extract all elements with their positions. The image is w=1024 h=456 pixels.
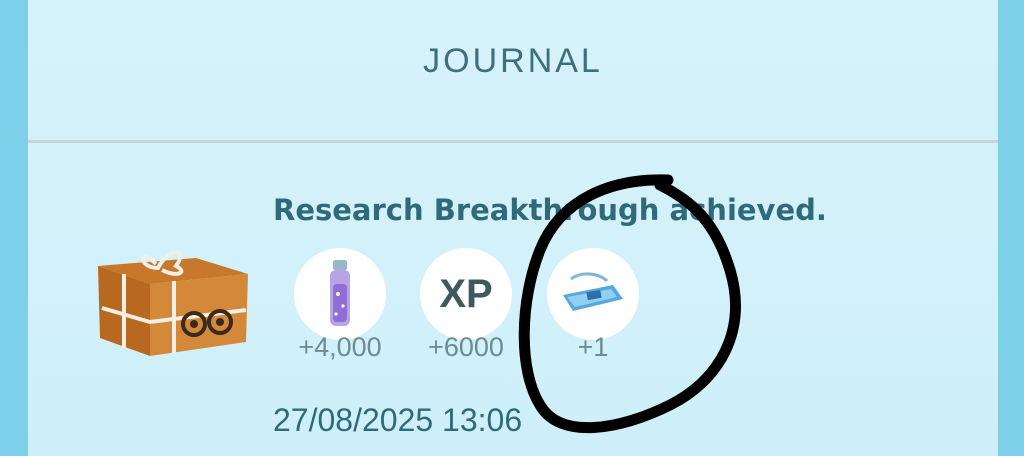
journal-panel: JOURNAL Research Breakthrough achieved.: [28, 0, 998, 456]
reward-amount: +4,000: [298, 332, 382, 362]
reward-amount: +6000: [428, 332, 504, 362]
page-title: JOURNAL: [423, 42, 603, 80]
reward-item: +1: [538, 248, 648, 363]
reward-amount: +1: [577, 332, 609, 362]
pass-item-icon: [547, 248, 639, 340]
entry-timestamp: 27/08/2025 13:06: [273, 402, 523, 438]
reward-stardust: +4,000: [285, 248, 395, 363]
xp-icon: XP: [420, 248, 512, 340]
stardust-vial-icon: [294, 248, 386, 340]
header-divider: [28, 140, 998, 143]
xp-label: XP: [439, 271, 493, 316]
research-breakthrough-box-icon: [78, 238, 256, 368]
entry-headline: Research Breakthrough achieved.: [273, 193, 827, 227]
reward-xp: XP +6000: [411, 248, 521, 363]
